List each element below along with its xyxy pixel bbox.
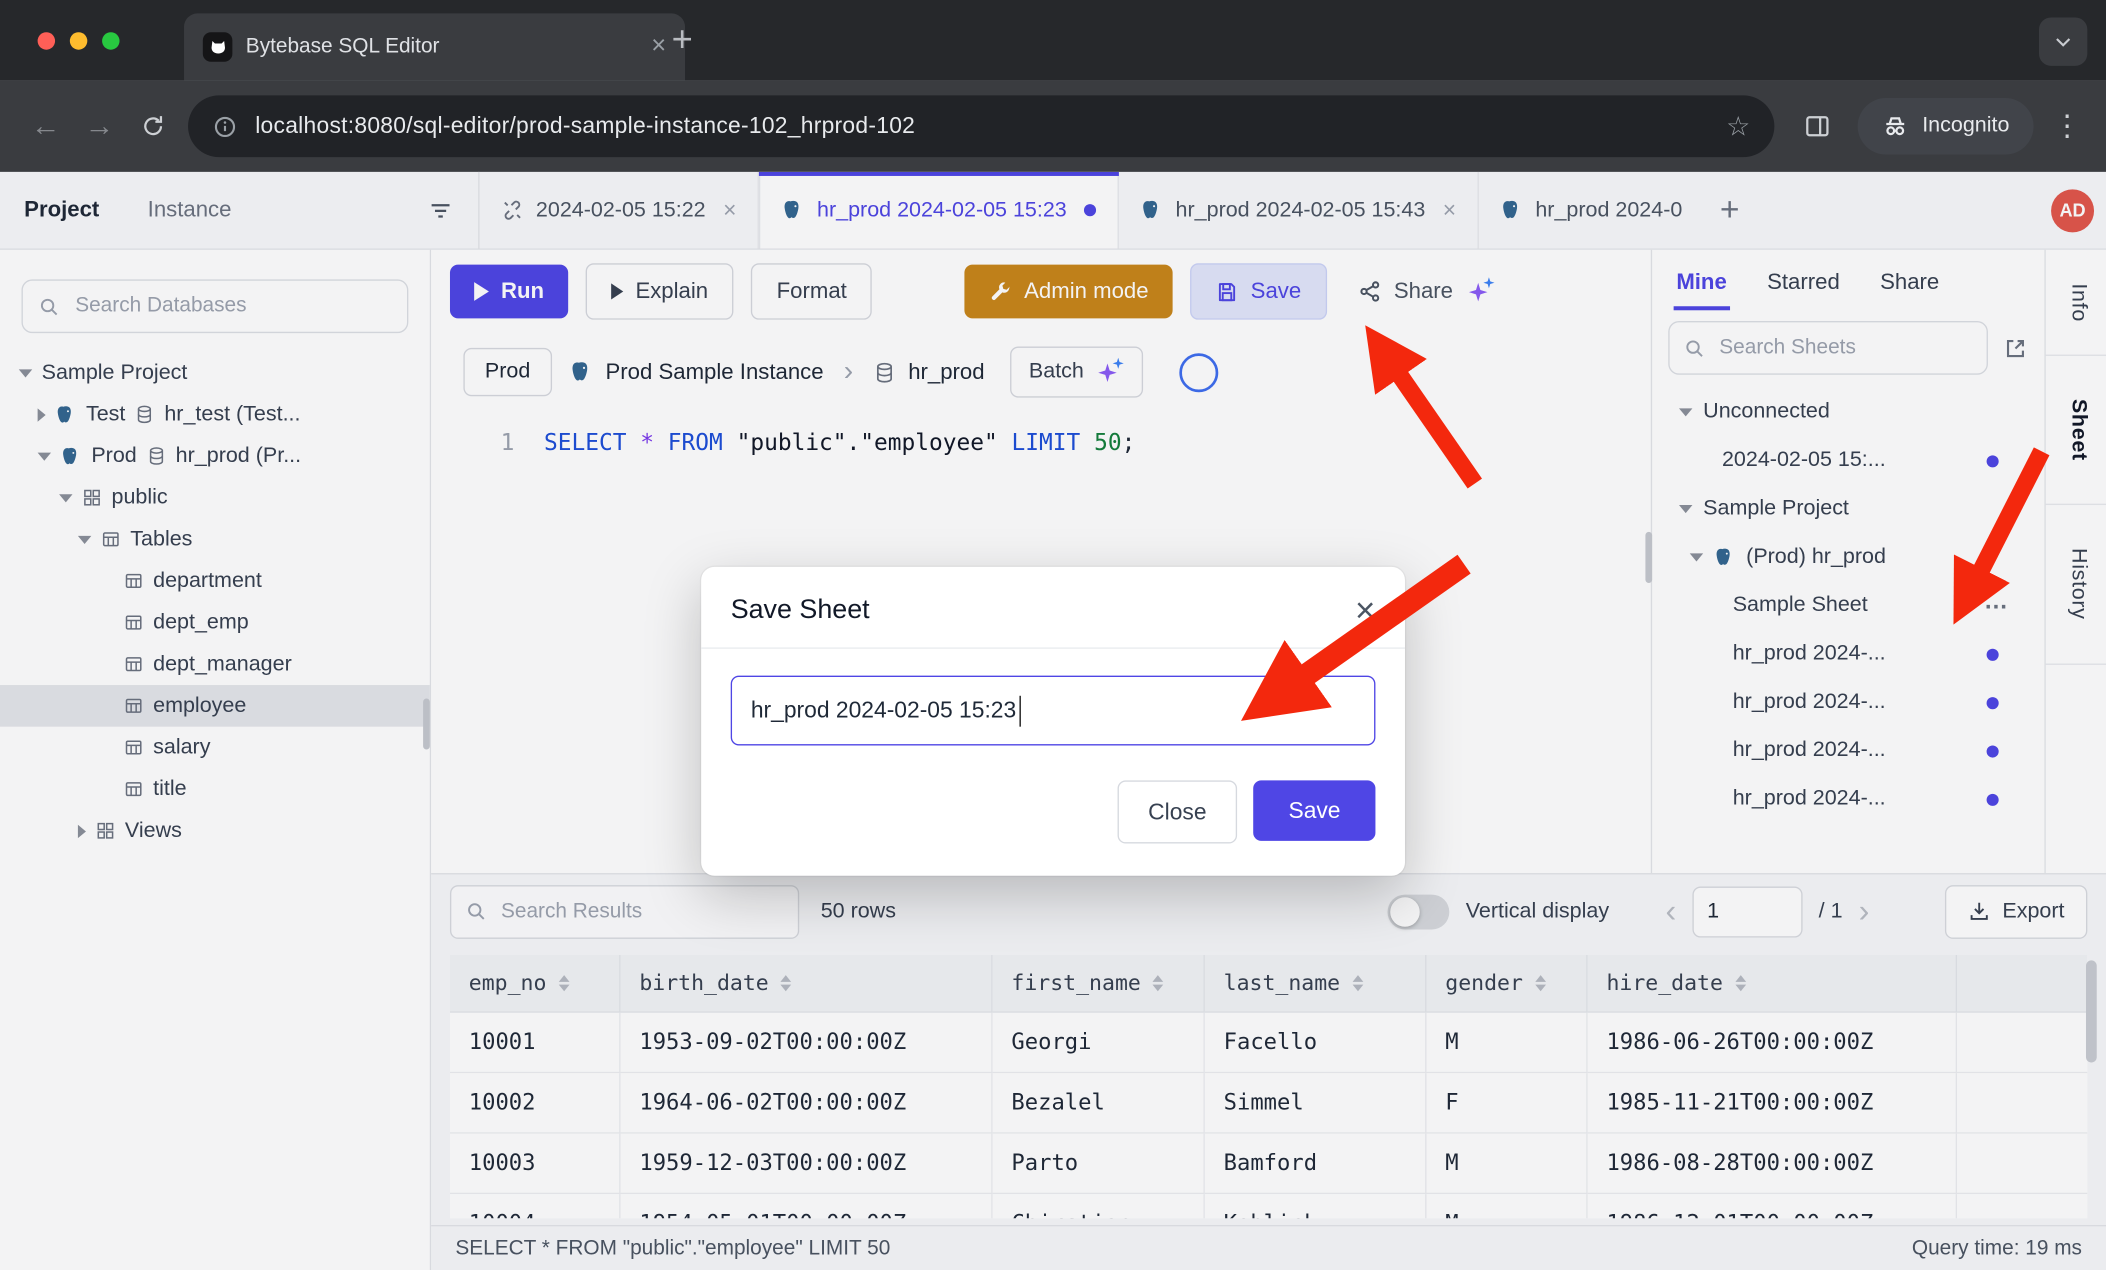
tab-search-button[interactable] bbox=[2039, 17, 2087, 65]
browser-titlebar: Bytebase SQL Editor × + bbox=[0, 0, 2106, 81]
incognito-icon bbox=[1882, 113, 1909, 140]
reload-button[interactable] bbox=[126, 99, 180, 153]
macos-window-controls bbox=[38, 32, 120, 49]
incognito-badge: Incognito bbox=[1858, 98, 2034, 154]
side-panel-button[interactable] bbox=[1791, 99, 1845, 153]
incognito-label: Incognito bbox=[1922, 114, 2009, 138]
bytebase-favicon-icon bbox=[203, 32, 233, 62]
dialog-close-button[interactable]: Close bbox=[1117, 780, 1237, 843]
forward-button[interactable]: → bbox=[73, 99, 127, 153]
text-caret bbox=[1019, 695, 1021, 726]
back-button[interactable]: ← bbox=[19, 99, 73, 153]
sheet-name-input[interactable]: hr_prod 2024-02-05 15:23 bbox=[731, 676, 1376, 746]
macos-close-button[interactable] bbox=[38, 32, 55, 49]
save-sheet-dialog: Save Sheet × hr_prod 2024-02-05 15:23 Cl… bbox=[701, 567, 1405, 876]
site-info-icon[interactable] bbox=[212, 114, 238, 140]
browser-tab-close-icon[interactable]: × bbox=[651, 32, 666, 62]
macos-zoom-button[interactable] bbox=[102, 32, 119, 49]
bookmark-star-icon[interactable]: ☆ bbox=[1726, 109, 1750, 143]
new-tab-button[interactable]: + bbox=[672, 19, 693, 61]
browser-navbar: ← → localhost:8080/sql-editor/prod-sampl… bbox=[0, 81, 2106, 172]
browser-tab-title: Bytebase SQL Editor bbox=[246, 35, 638, 59]
macos-minimize-button[interactable] bbox=[70, 32, 87, 49]
dialog-close-icon[interactable]: × bbox=[1355, 592, 1375, 627]
screen: Bytebase SQL Editor × + ← → localhost:80… bbox=[0, 0, 2106, 1270]
address-bar[interactable]: localhost:8080/sql-editor/prod-sample-in… bbox=[188, 95, 1774, 157]
url-text: localhost:8080/sql-editor/prod-sample-in… bbox=[255, 113, 1709, 140]
dialog-title: Save Sheet bbox=[731, 594, 870, 625]
dialog-save-button[interactable]: Save bbox=[1254, 780, 1376, 840]
browser-tab[interactable]: Bytebase SQL Editor × bbox=[184, 13, 685, 80]
browser-menu-button[interactable]: ⋮ bbox=[2047, 109, 2087, 144]
